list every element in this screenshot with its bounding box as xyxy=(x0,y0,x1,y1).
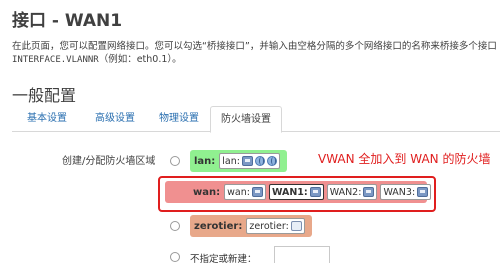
annotation-text: VWAN 全加入到 WAN 的防火墙 xyxy=(318,152,491,166)
network-chip-zerotier: zerotier: xyxy=(246,218,305,234)
interface-example-note: （例如：eth0.1）。 xyxy=(98,54,182,65)
zone-radio-zerotier[interactable] xyxy=(170,221,180,231)
zone-lan[interactable]: lan: lan: xyxy=(190,150,287,172)
custom-zone-input[interactable] xyxy=(274,246,330,263)
tab-advanced-settings[interactable]: 高级设置 xyxy=(82,106,148,132)
section-title: 一般配置 xyxy=(12,86,77,105)
zone-radio-lan[interactable] xyxy=(170,156,180,166)
net-icon xyxy=(241,156,253,166)
settings-tabs: 基本设置 高级设置 物理设置 防火墙设置 xyxy=(12,106,500,133)
wifi-icon xyxy=(290,221,302,231)
globe-icon xyxy=(254,156,265,166)
custom-zone-label: 不指定或新建： xyxy=(190,254,257,263)
page-title: 接口 - WAN1 xyxy=(12,11,123,31)
zone-name-zerotier: zerotier: xyxy=(194,220,243,232)
tab-firewall-settings[interactable]: 防火墙设置 xyxy=(210,106,282,133)
annotation-highlight-box xyxy=(158,176,436,212)
interface-example: INTERFACE.VLANNR xyxy=(12,55,99,65)
tab-physical-settings[interactable]: 物理设置 xyxy=(148,106,210,132)
zone-name-lan: lan: xyxy=(194,155,216,167)
firewall-zone-label: 创建/分配防火墙区域 xyxy=(62,156,156,167)
zone-radio-custom[interactable] xyxy=(170,252,180,262)
network-chip-label: zerotier: xyxy=(249,220,289,232)
network-chip-lan: lan: xyxy=(219,153,280,169)
page-description-line2: INTERFACE.VLANNR（例如：eth0.1）。 xyxy=(12,51,182,65)
zone-zerotier[interactable]: zerotier: zerotier: xyxy=(190,215,312,237)
tab-basic-settings[interactable]: 基本设置 xyxy=(12,106,82,132)
page-description-line1: 在此页面，您可以配置网络接口。您可以勾选“桥接接口”，并输入由空格分隔的多个网络… xyxy=(12,41,497,52)
network-chip-label: lan: xyxy=(222,155,240,167)
globe-icon xyxy=(266,156,277,166)
